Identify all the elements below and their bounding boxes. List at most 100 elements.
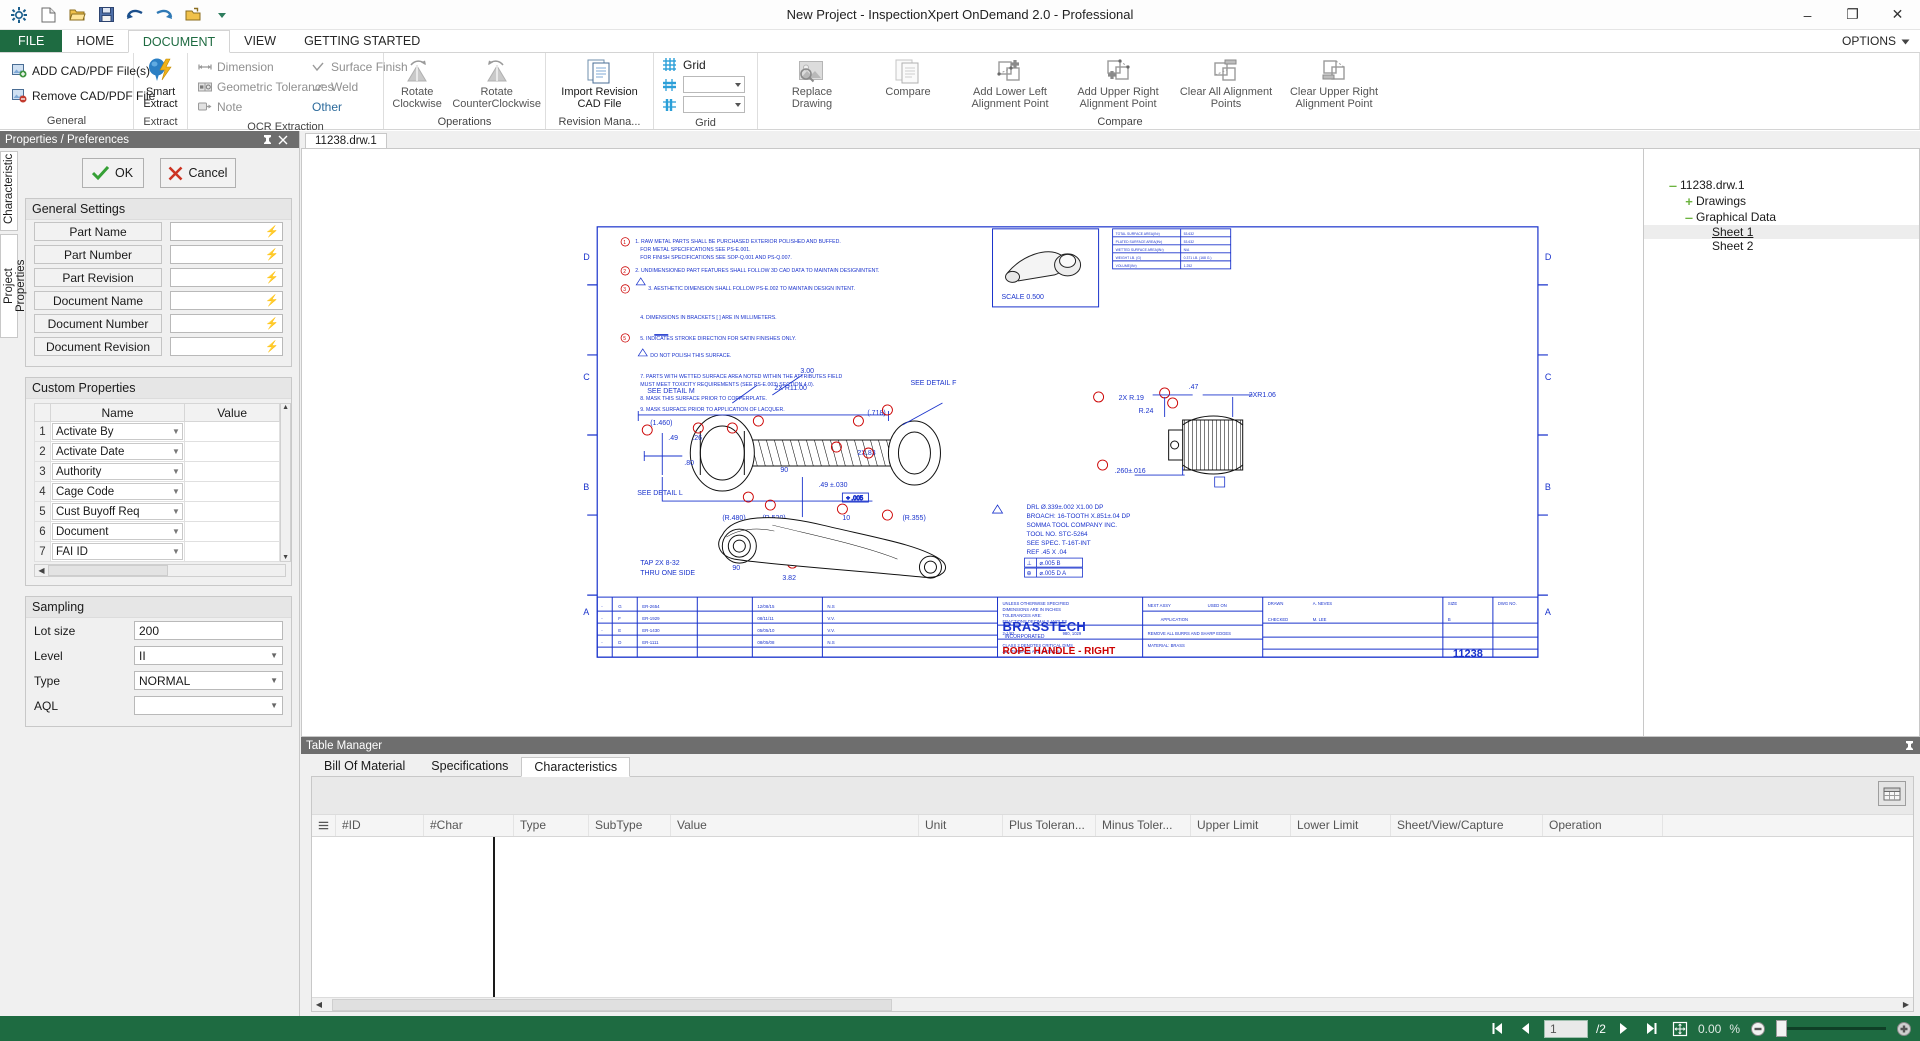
- tab-characteristics[interactable]: Characteristics: [521, 757, 630, 777]
- minimize-button[interactable]: –: [1785, 0, 1830, 30]
- new-document-icon[interactable]: [37, 4, 59, 26]
- close-button[interactable]: ✕: [1875, 0, 1920, 30]
- zoom-slider-thumb[interactable]: [1776, 1020, 1787, 1037]
- document-name-button[interactable]: Document Name: [34, 291, 162, 310]
- project-tree-panel[interactable]: ‒ 11238.drw.1 + Drawings ‒ Graphical Dat…: [1644, 148, 1920, 737]
- rotate-counterclockwise-button[interactable]: Rotate CounterClockwise: [452, 55, 541, 113]
- tab-bill-of-material[interactable]: Bill Of Material: [311, 756, 418, 776]
- tab-file[interactable]: FILE: [0, 30, 62, 52]
- lightning-icon[interactable]: ⚡: [265, 294, 279, 307]
- prop-value-cell[interactable]: [185, 462, 280, 482]
- table-row[interactable]: 3 Authority▼: [35, 462, 280, 482]
- clear-all-alignment-points-button[interactable]: Clear All Alignment Points: [1174, 55, 1278, 113]
- prop-name-cell[interactable]: Cust Buyoff Req▼: [51, 502, 185, 522]
- ocr-surface-finish-button[interactable]: Surface Finish: [308, 57, 392, 76]
- prop-value-cell[interactable]: [185, 442, 280, 462]
- tree-node-drawings[interactable]: + Drawings: [1644, 193, 1919, 209]
- gear-icon[interactable]: [8, 4, 30, 26]
- grid-toggle[interactable]: Grid: [662, 55, 706, 74]
- tab-view[interactable]: VIEW: [230, 30, 290, 52]
- lightning-icon[interactable]: ⚡: [265, 317, 279, 330]
- document-number-button[interactable]: Document Number: [34, 314, 162, 333]
- scroll-left-icon[interactable]: ◀: [35, 565, 48, 576]
- lightning-icon[interactable]: ⚡: [265, 340, 279, 353]
- compare-button[interactable]: Compare: [862, 55, 954, 113]
- prop-name-cell[interactable]: Activate Date▼: [51, 442, 185, 462]
- table-row[interactable]: 4 Cage Code▼: [35, 482, 280, 502]
- collapse-icon[interactable]: ‒: [1682, 210, 1696, 225]
- clear-upper-right-alignment-point-button[interactable]: Clear Upper Right Alignment Point: [1282, 55, 1386, 113]
- add-lower-left-alignment-point-button[interactable]: Add Lower Left Alignment Point: [958, 55, 1062, 113]
- type-select[interactable]: NORMAL▼: [134, 671, 283, 690]
- prop-name-cell[interactable]: FAI ID▼: [51, 542, 185, 562]
- floppy-disk-icon[interactable]: [95, 4, 117, 26]
- table-row[interactable]: 1 Activate By▼: [35, 422, 280, 442]
- document-number-input[interactable]: ⚡: [170, 314, 283, 333]
- prop-name-cell[interactable]: Activate By▼: [51, 422, 185, 442]
- hscroll-thumb[interactable]: [332, 999, 892, 1011]
- aql-select[interactable]: ▼: [134, 696, 283, 715]
- col-operation[interactable]: Operation: [1543, 815, 1663, 836]
- col-value[interactable]: Value: [671, 815, 919, 836]
- lightning-icon[interactable]: ⚡: [265, 271, 279, 284]
- vtab-characteristic[interactable]: Characteristic: [0, 151, 18, 231]
- next-page-icon[interactable]: [1614, 1019, 1634, 1039]
- scroll-right-icon[interactable]: ▶: [1899, 1000, 1913, 1009]
- col-type[interactable]: Type: [514, 815, 589, 836]
- table-row[interactable]: 5 Cust Buyoff Req▼: [35, 502, 280, 522]
- lightning-icon[interactable]: ⚡: [265, 225, 279, 238]
- col-minus-tolerance[interactable]: Minus Toler...: [1096, 815, 1191, 836]
- prop-value-cell[interactable]: [185, 522, 280, 542]
- ok-button[interactable]: OK: [82, 158, 144, 188]
- grid-horizontal-select[interactable]: [683, 76, 745, 93]
- ocr-dimension-button[interactable]: Dimension: [194, 57, 306, 76]
- tab-home[interactable]: HOME: [62, 30, 128, 52]
- lightning-icon[interactable]: ⚡: [265, 248, 279, 261]
- col-char[interactable]: #Char: [424, 815, 514, 836]
- col-upper-limit[interactable]: Upper Limit: [1191, 815, 1291, 836]
- cancel-button[interactable]: Cancel: [160, 158, 236, 188]
- tree-node-graphical-data[interactable]: ‒ Graphical Data: [1644, 209, 1919, 225]
- part-revision-input[interactable]: ⚡: [170, 268, 283, 287]
- folder-open-icon[interactable]: [182, 4, 204, 26]
- col-lower-limit[interactable]: Lower Limit: [1291, 815, 1391, 836]
- last-page-icon[interactable]: [1642, 1019, 1662, 1039]
- tab-document[interactable]: DOCUMENT: [128, 30, 230, 53]
- ocr-note-button[interactable]: Note: [194, 97, 306, 116]
- smart-extract-button[interactable]: Smart Extract: [138, 55, 183, 113]
- scroll-left-icon[interactable]: ◀: [312, 1000, 326, 1009]
- level-select[interactable]: II▼: [134, 646, 283, 665]
- ocr-other-button[interactable]: Other: [308, 97, 392, 116]
- undo-arrow-icon[interactable]: [124, 4, 146, 26]
- col-id[interactable]: #ID: [336, 815, 424, 836]
- hscroll-thumb[interactable]: [48, 565, 168, 576]
- custom-properties-hscrollbar[interactable]: ◀: [34, 564, 286, 577]
- table-row[interactable]: 7 FAI ID▼: [35, 542, 280, 562]
- vtab-project-properties[interactable]: Project Properties: [0, 234, 18, 338]
- open-folder-icon[interactable]: [66, 4, 88, 26]
- expand-icon[interactable]: +: [1682, 194, 1696, 209]
- grid-menu-icon[interactable]: [312, 815, 336, 836]
- page-number-input[interactable]: 1: [1544, 1020, 1588, 1038]
- lot-size-input[interactable]: 200: [134, 621, 283, 640]
- grid-hscrollbar[interactable]: ◀ ▶: [312, 997, 1913, 1011]
- pin-icon[interactable]: [262, 134, 278, 145]
- ocr-weld-button[interactable]: Weld: [308, 77, 392, 96]
- tree-node-sheet-2[interactable]: Sheet 2: [1644, 239, 1919, 253]
- table-row[interactable]: 2 Activate Date▼: [35, 442, 280, 462]
- document-tab-11238[interactable]: 11238.drw.1: [305, 133, 387, 148]
- tab-getting-started[interactable]: GETTING STARTED: [290, 30, 434, 52]
- grid-layout-button[interactable]: [1878, 781, 1906, 806]
- document-revision-button[interactable]: Document Revision: [34, 337, 162, 356]
- replace-drawing-button[interactable]: Replace Drawing: [766, 55, 858, 113]
- hscroll-track[interactable]: [326, 999, 1899, 1011]
- collapse-icon[interactable]: ‒: [1666, 178, 1680, 193]
- prop-name-cell[interactable]: Cage Code▼: [51, 482, 185, 502]
- drawing-canvas[interactable]: DC BA DC BA 1 1. RAW METAL PARTS SHALL B…: [301, 148, 1644, 737]
- add-upper-right-alignment-point-button[interactable]: Add Upper Right Alignment Point: [1066, 55, 1170, 113]
- zoom-slider[interactable]: [1776, 1027, 1886, 1030]
- zoom-out-icon[interactable]: [1748, 1019, 1768, 1039]
- part-revision-button[interactable]: Part Revision: [34, 268, 162, 287]
- prop-name-cell[interactable]: Document▼: [51, 522, 185, 542]
- part-number-input[interactable]: ⚡: [170, 245, 283, 264]
